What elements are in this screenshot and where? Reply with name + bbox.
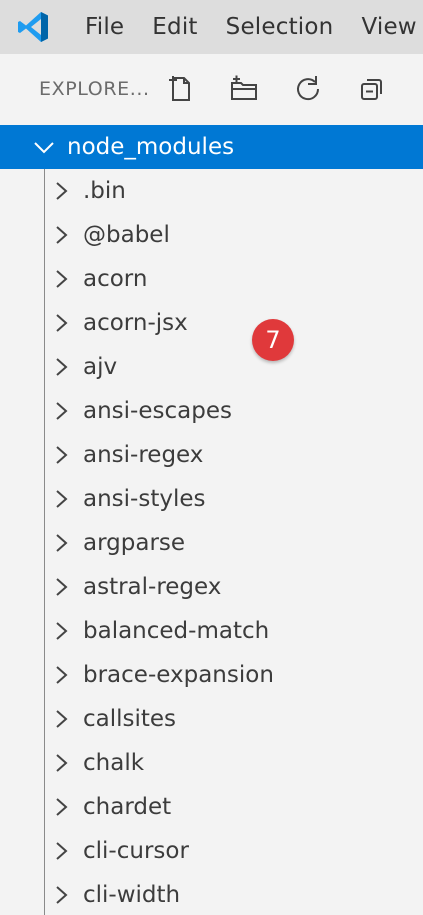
tree-item-label: ansi-styles (83, 486, 206, 512)
menu-file[interactable]: File (71, 0, 138, 54)
chevron-right-icon (56, 886, 68, 904)
tree-item[interactable]: ajv (0, 345, 423, 389)
tree-item-label: acorn-jsx (83, 310, 188, 336)
menu-view[interactable]: View (347, 0, 423, 54)
chevron-right-icon (56, 666, 68, 684)
menu-bar: File Edit Selection View (0, 0, 423, 54)
vscode-logo-icon (18, 12, 48, 42)
tree-item[interactable]: @babel (0, 213, 423, 257)
tree-item[interactable]: chalk (0, 741, 423, 785)
tree-item-label: argparse (83, 530, 186, 556)
tree-item-label: astral-regex (83, 574, 222, 600)
new-file-button[interactable] (163, 72, 197, 106)
tree-item-label: cli-cursor (83, 838, 189, 864)
tree-item-label: brace-expansion (83, 662, 274, 688)
menu-edit[interactable]: Edit (138, 0, 211, 54)
chevron-right-icon (56, 314, 68, 332)
tree-root-node-modules[interactable]: node_modules (0, 125, 423, 169)
tree-item[interactable]: balanced-match (0, 609, 423, 653)
tree-item[interactable]: .bin (0, 169, 423, 213)
tree-item-label: @babel (83, 222, 170, 248)
tree-item-label: ansi-escapes (83, 398, 232, 424)
tree-item-label: chalk (83, 750, 145, 776)
tree-item-label: ajv (83, 354, 118, 380)
tree-item[interactable]: cli-width (0, 873, 423, 915)
chevron-right-icon (56, 182, 68, 200)
tree-item[interactable]: acorn (0, 257, 423, 301)
tree-item-label: acorn (83, 266, 148, 292)
chevron-right-icon (56, 710, 68, 728)
tree-item-label: .bin (83, 178, 126, 204)
notification-badge: 7 (252, 319, 294, 361)
tree-root-label: node_modules (67, 134, 235, 160)
tree-item[interactable]: ansi-styles (0, 477, 423, 521)
tree-item[interactable]: ansi-escapes (0, 389, 423, 433)
chevron-right-icon (56, 402, 68, 420)
tree-item-label: balanced-match (83, 618, 270, 644)
chevron-right-icon (56, 270, 68, 288)
chevron-right-icon (56, 798, 68, 816)
chevron-right-icon (56, 622, 68, 640)
chevron-right-icon (56, 446, 68, 464)
new-folder-icon (231, 75, 257, 100)
new-file-icon (169, 76, 190, 101)
chevron-down-icon (34, 142, 54, 154)
tree-item[interactable]: argparse (0, 521, 423, 565)
refresh-button[interactable] (291, 72, 325, 106)
tree-item[interactable]: brace-expansion (0, 653, 423, 697)
chevron-right-icon (56, 842, 68, 860)
refresh-icon (297, 76, 320, 101)
new-folder-button[interactable] (227, 72, 261, 106)
chevron-right-icon (56, 578, 68, 596)
chevron-right-icon (56, 226, 68, 244)
tree-item[interactable]: ansi-regex (0, 433, 423, 477)
menu-selection[interactable]: Selection (212, 0, 348, 54)
tree-item-label: cli-width (83, 882, 181, 908)
vscode-window: File Edit Selection View EXPLORE... node… (0, 0, 423, 915)
file-tree: node_modules .bin @babel acorn acorn-jsx… (0, 125, 423, 915)
tree-item[interactable]: acorn-jsx (0, 301, 423, 345)
tree-item[interactable]: cli-cursor (0, 829, 423, 873)
tree-item-label: ansi-regex (83, 442, 204, 468)
explorer-header: EXPLORE... (0, 54, 423, 125)
collapse-all-button[interactable] (355, 72, 389, 106)
tree-item[interactable]: chardet (0, 785, 423, 829)
chevron-right-icon (56, 490, 68, 508)
collapse-all-icon (361, 79, 382, 100)
explorer-title: EXPLORE... (39, 78, 150, 100)
tree-item-label: chardet (83, 794, 172, 820)
tree-item-label: callsites (83, 706, 177, 732)
chevron-right-icon (56, 534, 68, 552)
tree-item[interactable]: astral-regex (0, 565, 423, 609)
chevron-right-icon (56, 358, 68, 376)
chevron-right-icon (56, 754, 68, 772)
tree-item[interactable]: callsites (0, 697, 423, 741)
